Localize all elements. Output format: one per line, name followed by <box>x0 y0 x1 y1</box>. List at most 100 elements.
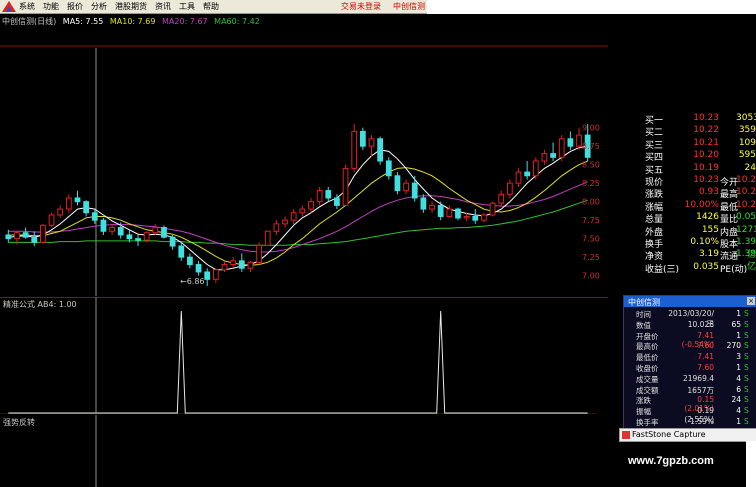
candle[interactable] <box>238 260 245 269</box>
candle[interactable] <box>126 234 133 240</box>
candle[interactable] <box>290 212 297 221</box>
stock-name-link[interactable]: 中创信测 <box>393 1 425 12</box>
info-window-title[interactable]: 中创信测 × <box>624 296 756 307</box>
info-row: 换手率 1.59% 1 S <box>624 417 756 428</box>
info-window[interactable]: 中创信测 × 时间 2013/03/20/三 1 S 数值 10.028 65 S 开盘价 7.4… <box>623 295 756 430</box>
candle[interactable] <box>282 219 288 225</box>
candle[interactable] <box>394 175 401 192</box>
candle[interactable] <box>558 138 565 158</box>
info-label: 换手率 <box>636 418 659 427</box>
candle[interactable] <box>325 190 332 199</box>
candle[interactable] <box>576 134 582 147</box>
candle[interactable] <box>135 238 141 241</box>
info-row: 数值 10.028 65 S <box>624 320 756 331</box>
candle[interactable] <box>437 204 444 217</box>
candle[interactable] <box>100 219 107 232</box>
menu-tools[interactable]: 工具 <box>179 1 195 12</box>
app-logo-icon <box>2 1 16 12</box>
menu-help[interactable]: 帮助 <box>203 1 219 12</box>
quote-value: 10.22 <box>693 125 719 136</box>
info-row: 开盘价 7.41 (-0.54%) 1 S <box>624 331 756 349</box>
candle[interactable] <box>212 269 219 280</box>
quote-row: 涨幅10.00%最低10.23 <box>608 200 756 213</box>
candle[interactable] <box>83 201 90 214</box>
menu-news[interactable]: 资讯 <box>155 1 171 12</box>
candle[interactable] <box>567 138 574 147</box>
candle[interactable] <box>429 204 435 210</box>
candle[interactable] <box>403 182 409 192</box>
quote-value2: 10.23 <box>736 187 756 198</box>
candle[interactable] <box>463 215 470 219</box>
y-axis-tick-label: 7.50 <box>582 235 600 244</box>
quote-label: 净资 <box>645 252 664 263</box>
quote-label: 买四 <box>645 153 664 164</box>
candle[interactable] <box>65 197 72 210</box>
tick-side: S <box>744 309 749 318</box>
quote-label: 买二 <box>645 128 664 139</box>
candle[interactable] <box>264 230 271 246</box>
candle[interactable] <box>109 227 115 232</box>
candle[interactable] <box>506 182 513 195</box>
candle[interactable] <box>334 197 340 206</box>
candle[interactable] <box>550 153 556 158</box>
candle[interactable] <box>14 232 20 240</box>
candle[interactable] <box>489 202 496 216</box>
kline-chart[interactable]: 9.00 8.75 8.50 8.25 8.00 7.75 7.50 7.25 7.00 ←6.… <box>0 28 608 296</box>
candle[interactable] <box>5 234 12 240</box>
faststone-capture-bar[interactable]: FastStone Capture <box>619 428 756 442</box>
candle[interactable] <box>256 244 262 263</box>
candle[interactable] <box>247 261 254 269</box>
candle[interactable] <box>368 138 375 147</box>
candle[interactable] <box>411 182 418 199</box>
info-row: 收盘价 7.60 1 S <box>624 363 756 374</box>
candle[interactable] <box>204 271 211 280</box>
candle[interactable] <box>152 227 159 234</box>
menu-hk-futures[interactable]: 港股期货 <box>115 1 147 12</box>
candle[interactable] <box>273 223 280 232</box>
candle[interactable] <box>316 190 323 203</box>
candle[interactable] <box>221 264 228 271</box>
info-label: 振幅 <box>636 407 651 417</box>
candle[interactable] <box>169 236 176 247</box>
candle[interactable] <box>299 208 306 214</box>
candle[interactable] <box>178 245 185 258</box>
menu-function[interactable]: 功能 <box>43 1 59 12</box>
candle[interactable] <box>420 197 427 210</box>
candle[interactable] <box>532 160 539 177</box>
candle[interactable] <box>455 208 461 219</box>
candle[interactable] <box>472 215 479 221</box>
candle[interactable] <box>57 208 64 216</box>
menu-quote[interactable]: 报价 <box>67 1 83 12</box>
candle[interactable] <box>498 193 505 204</box>
candle[interactable] <box>351 130 358 169</box>
tick-volume: 1 <box>736 309 741 318</box>
candle[interactable] <box>515 171 522 184</box>
candle[interactable] <box>143 232 150 241</box>
candle[interactable] <box>308 201 314 210</box>
candle[interactable] <box>377 138 384 162</box>
candle[interactable] <box>40 224 46 243</box>
candle[interactable] <box>446 208 453 217</box>
candle[interactable] <box>187 256 193 266</box>
candle[interactable] <box>385 160 392 177</box>
candle[interactable] <box>74 197 81 203</box>
menu-analysis[interactable]: 分析 <box>91 1 107 12</box>
trade-login-link[interactable]: 交易未登录 <box>341 1 381 12</box>
menu-system[interactable]: 系统 <box>19 1 35 12</box>
close-icon[interactable]: × <box>747 297 755 305</box>
candle[interactable] <box>195 264 202 273</box>
candle[interactable] <box>359 130 366 147</box>
candle[interactable] <box>342 167 349 206</box>
candle[interactable] <box>541 153 548 162</box>
candle[interactable] <box>161 227 167 238</box>
candle[interactable] <box>230 260 237 266</box>
candle[interactable] <box>91 212 98 221</box>
candle[interactable] <box>31 236 38 243</box>
quote-label: 外盘 <box>645 227 664 238</box>
candle[interactable] <box>117 227 124 236</box>
candle[interactable] <box>22 232 29 238</box>
candle[interactable] <box>48 214 55 226</box>
candle[interactable] <box>481 214 487 221</box>
candle[interactable] <box>524 171 531 177</box>
y-axis-tick-label: 7.75 <box>582 216 600 225</box>
